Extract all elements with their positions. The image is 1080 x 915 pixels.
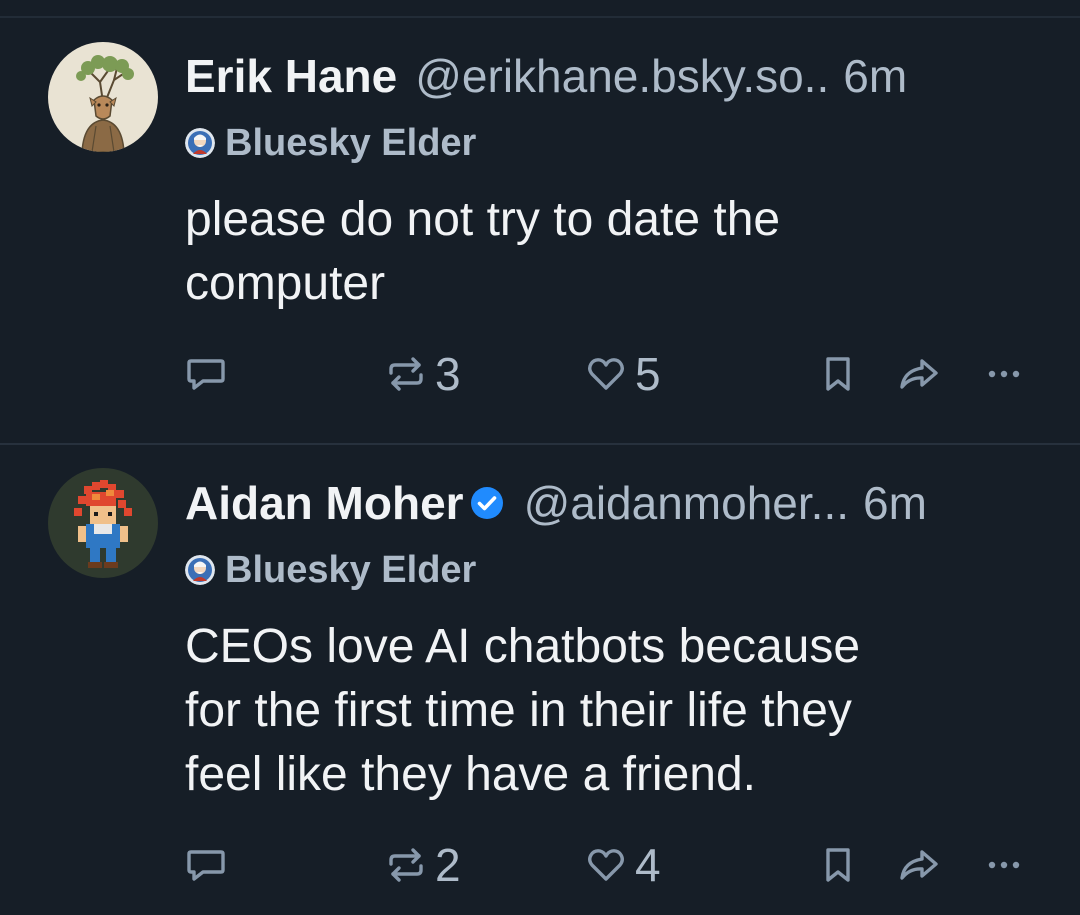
timestamp[interactable]: 6m	[843, 49, 907, 103]
bookmark-button[interactable]	[817, 837, 859, 893]
more-options-button[interactable]	[983, 346, 1025, 402]
action-bar: 2 4	[185, 837, 1045, 893]
repost-arrows-icon	[385, 844, 427, 886]
like-button[interactable]: 4	[585, 837, 661, 893]
post-text-line: feel like they have a friend.	[185, 748, 757, 801]
repost-count: 3	[435, 348, 461, 400]
share-button[interactable]	[897, 837, 941, 893]
display-name[interactable]: Erik Hane	[185, 49, 397, 103]
ellipsis-icon	[983, 844, 1025, 886]
avatar[interactable]	[48, 468, 158, 578]
repost-count: 2	[435, 839, 461, 891]
repost-button[interactable]: 2	[385, 837, 461, 893]
repost-arrows-icon	[385, 353, 427, 395]
bookmark-icon	[817, 844, 859, 886]
timestamp[interactable]: 6m	[863, 476, 927, 530]
more-options-button[interactable]	[983, 837, 1025, 893]
bluesky-elder-badge-icon	[185, 555, 215, 585]
share-arrow-icon	[897, 353, 941, 395]
ellipsis-icon	[983, 353, 1025, 395]
reply-button[interactable]	[185, 346, 227, 402]
post-header: Erik Hane @erikhane.bsky.so.. 6m	[185, 48, 1045, 104]
like-button[interactable]: 5	[585, 346, 661, 402]
speech-bubble-icon	[185, 844, 227, 886]
badge-label: Bluesky Elder	[225, 121, 477, 164]
speech-bubble-icon	[185, 353, 227, 395]
like-count: 4	[635, 839, 661, 891]
action-bar: 3 5	[185, 346, 1045, 402]
display-name[interactable]: Aidan Moher	[185, 476, 464, 530]
post-header: Aidan Moher @aidanmoher... 6m	[185, 475, 1045, 531]
post-text-line: computer	[185, 257, 386, 310]
post-text: CEOs love AI chatbots because for the fi…	[185, 615, 1045, 807]
post-text-line: CEOs love AI chatbots because	[185, 620, 861, 673]
like-count: 5	[635, 348, 661, 400]
reply-button[interactable]	[185, 837, 227, 893]
post-text-line: for the first time in their life they	[185, 684, 852, 737]
badge-label: Bluesky Elder	[225, 548, 477, 591]
share-arrow-icon	[897, 844, 941, 886]
avatar[interactable]	[48, 42, 158, 152]
verified-check-icon[interactable]	[470, 486, 504, 520]
handle[interactable]: @erikhane.bsky.so..	[415, 49, 829, 103]
post[interactable]: Erik Hane @erikhane.bsky.so.. 6m Bluesky…	[0, 18, 1080, 444]
handle[interactable]: @aidanmoher...	[524, 476, 849, 530]
badge[interactable]: Bluesky Elder	[185, 548, 476, 592]
post-text-line: please do not try to date the	[185, 193, 781, 246]
repost-button[interactable]: 3	[385, 346, 461, 402]
bluesky-elder-badge-icon	[185, 128, 215, 158]
heart-icon	[585, 353, 627, 395]
bookmark-icon	[817, 353, 859, 395]
post-text: please do not try to date the computer	[185, 188, 1045, 316]
share-button[interactable]	[897, 346, 941, 402]
heart-icon	[585, 844, 627, 886]
bookmark-button[interactable]	[817, 346, 859, 402]
post[interactable]: Aidan Moher @aidanmoher... 6m Bluesky El…	[0, 445, 1080, 915]
badge[interactable]: Bluesky Elder	[185, 121, 476, 165]
